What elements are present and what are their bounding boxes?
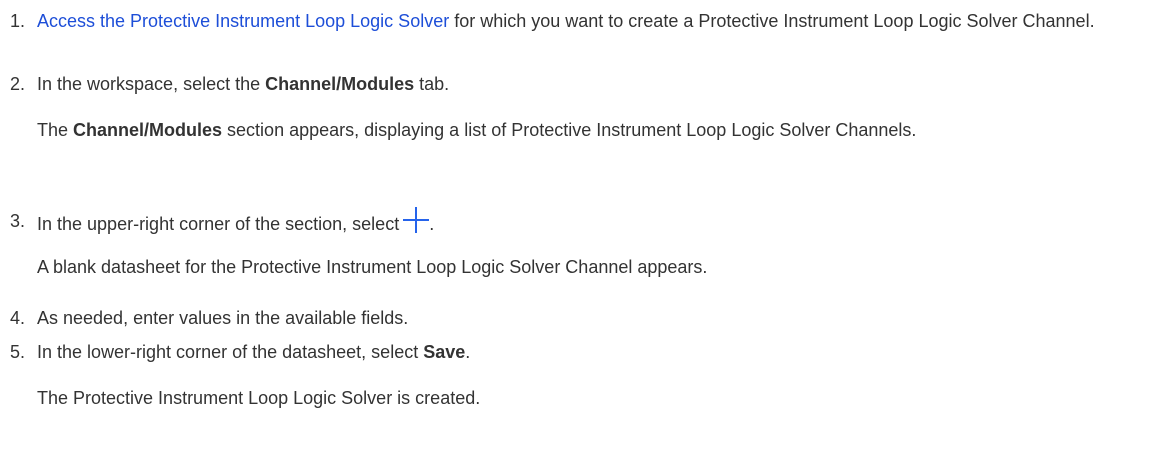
ui-term: Save bbox=[423, 342, 466, 362]
ui-term: Channel/Modules bbox=[73, 120, 223, 140]
step-text: Access the Protective Instrument Loop Lo… bbox=[37, 11, 1095, 31]
step-number: 1. bbox=[10, 11, 26, 31]
step-number: 4. bbox=[10, 308, 26, 328]
access-logic-solver-link[interactable]: Access the Protective Instrument Loop Lo… bbox=[37, 11, 449, 31]
step-number: 3. bbox=[10, 211, 26, 231]
step-result: The Channel/Modules section appears, dis… bbox=[37, 120, 917, 140]
step-result: The Protective Instrument Loop Logic Sol… bbox=[37, 388, 481, 408]
step-text: In the lower-right corner of the datashe… bbox=[37, 342, 471, 362]
step-number: 5. bbox=[10, 342, 26, 362]
step-number: 2. bbox=[10, 74, 26, 94]
step-text: In the workspace, select the Channel/Mod… bbox=[37, 74, 450, 94]
step-text: In the upper-right corner of the section… bbox=[37, 207, 1134, 238]
step-result: A blank datasheet for the Protective Ins… bbox=[37, 257, 708, 277]
step-text: As needed, enter values in the available… bbox=[37, 308, 409, 328]
plus-icon bbox=[403, 207, 430, 233]
ui-term: Channel/Modules bbox=[265, 74, 415, 94]
